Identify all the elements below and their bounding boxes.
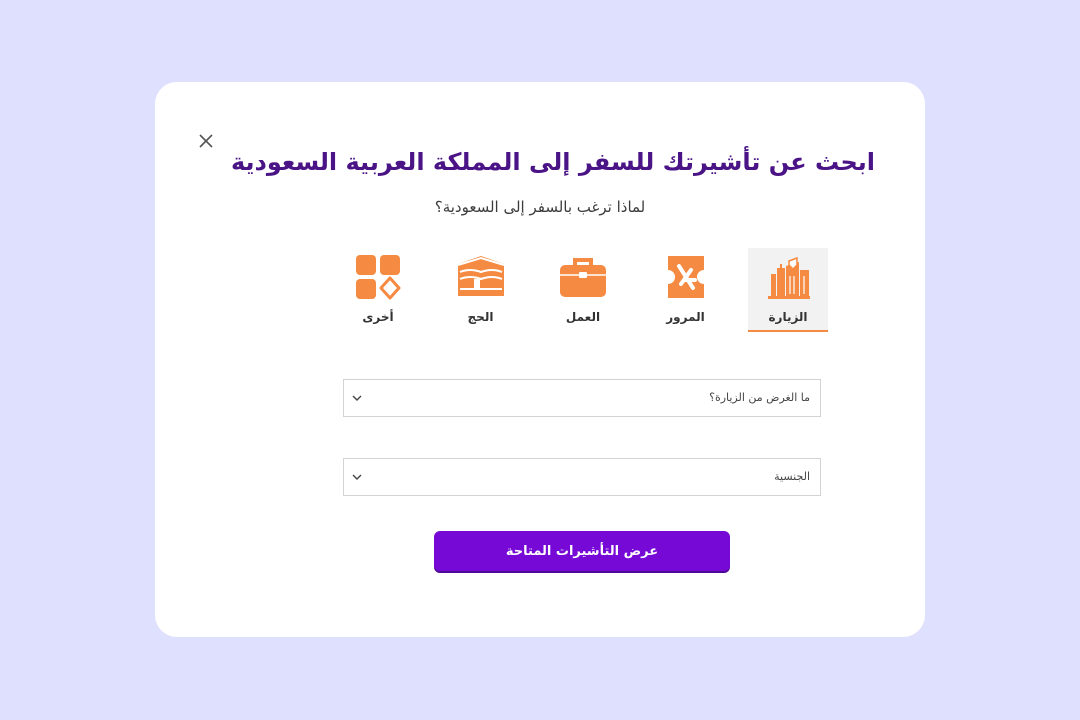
grid-icon: [356, 255, 401, 300]
visit-purpose-select[interactable]: ما الغرض من الزيارة؟: [343, 379, 821, 417]
show-available-visas-button[interactable]: عرض التأشيرات المتاحة: [434, 531, 730, 571]
chevron-down-icon: [352, 395, 362, 401]
category-work[interactable]: العمل: [543, 248, 623, 332]
category-label: الحج: [467, 310, 494, 324]
category-label: العمل: [565, 310, 601, 324]
nationality-select[interactable]: الجنسية: [343, 458, 821, 496]
nationality-placeholder: الجنسية: [774, 470, 810, 483]
category-other[interactable]: أخرى: [338, 248, 418, 332]
visa-search-modal: ابحث عن تأشيرتك للسفر إلى المملكة العربي…: [155, 82, 925, 637]
category-label: الزيارة: [768, 310, 808, 324]
visa-category-list: الزيارة المرور العمل الحج أخرى: [338, 248, 828, 332]
close-icon: [199, 134, 213, 148]
category-visit[interactable]: الزيارة: [748, 248, 828, 332]
briefcase-icon: [560, 258, 606, 297]
category-transit[interactable]: المرور: [646, 248, 726, 332]
modal-subtitle: لماذا ترغب بالسفر إلى السعودية؟: [434, 198, 646, 216]
kaaba-icon: [457, 256, 504, 296]
visit-purpose-placeholder: ما الغرض من الزيارة؟: [709, 391, 810, 404]
chevron-down-icon: [352, 474, 362, 480]
category-label: المرور: [666, 310, 705, 324]
plane-ticket-icon: [667, 256, 704, 298]
buildings-icon: [768, 256, 810, 299]
close-button[interactable]: [195, 130, 217, 152]
modal-title: ابحث عن تأشيرتك للسفر إلى المملكة العربي…: [230, 148, 875, 176]
category-hajj[interactable]: الحج: [441, 248, 521, 332]
category-label: أخرى: [362, 310, 394, 324]
